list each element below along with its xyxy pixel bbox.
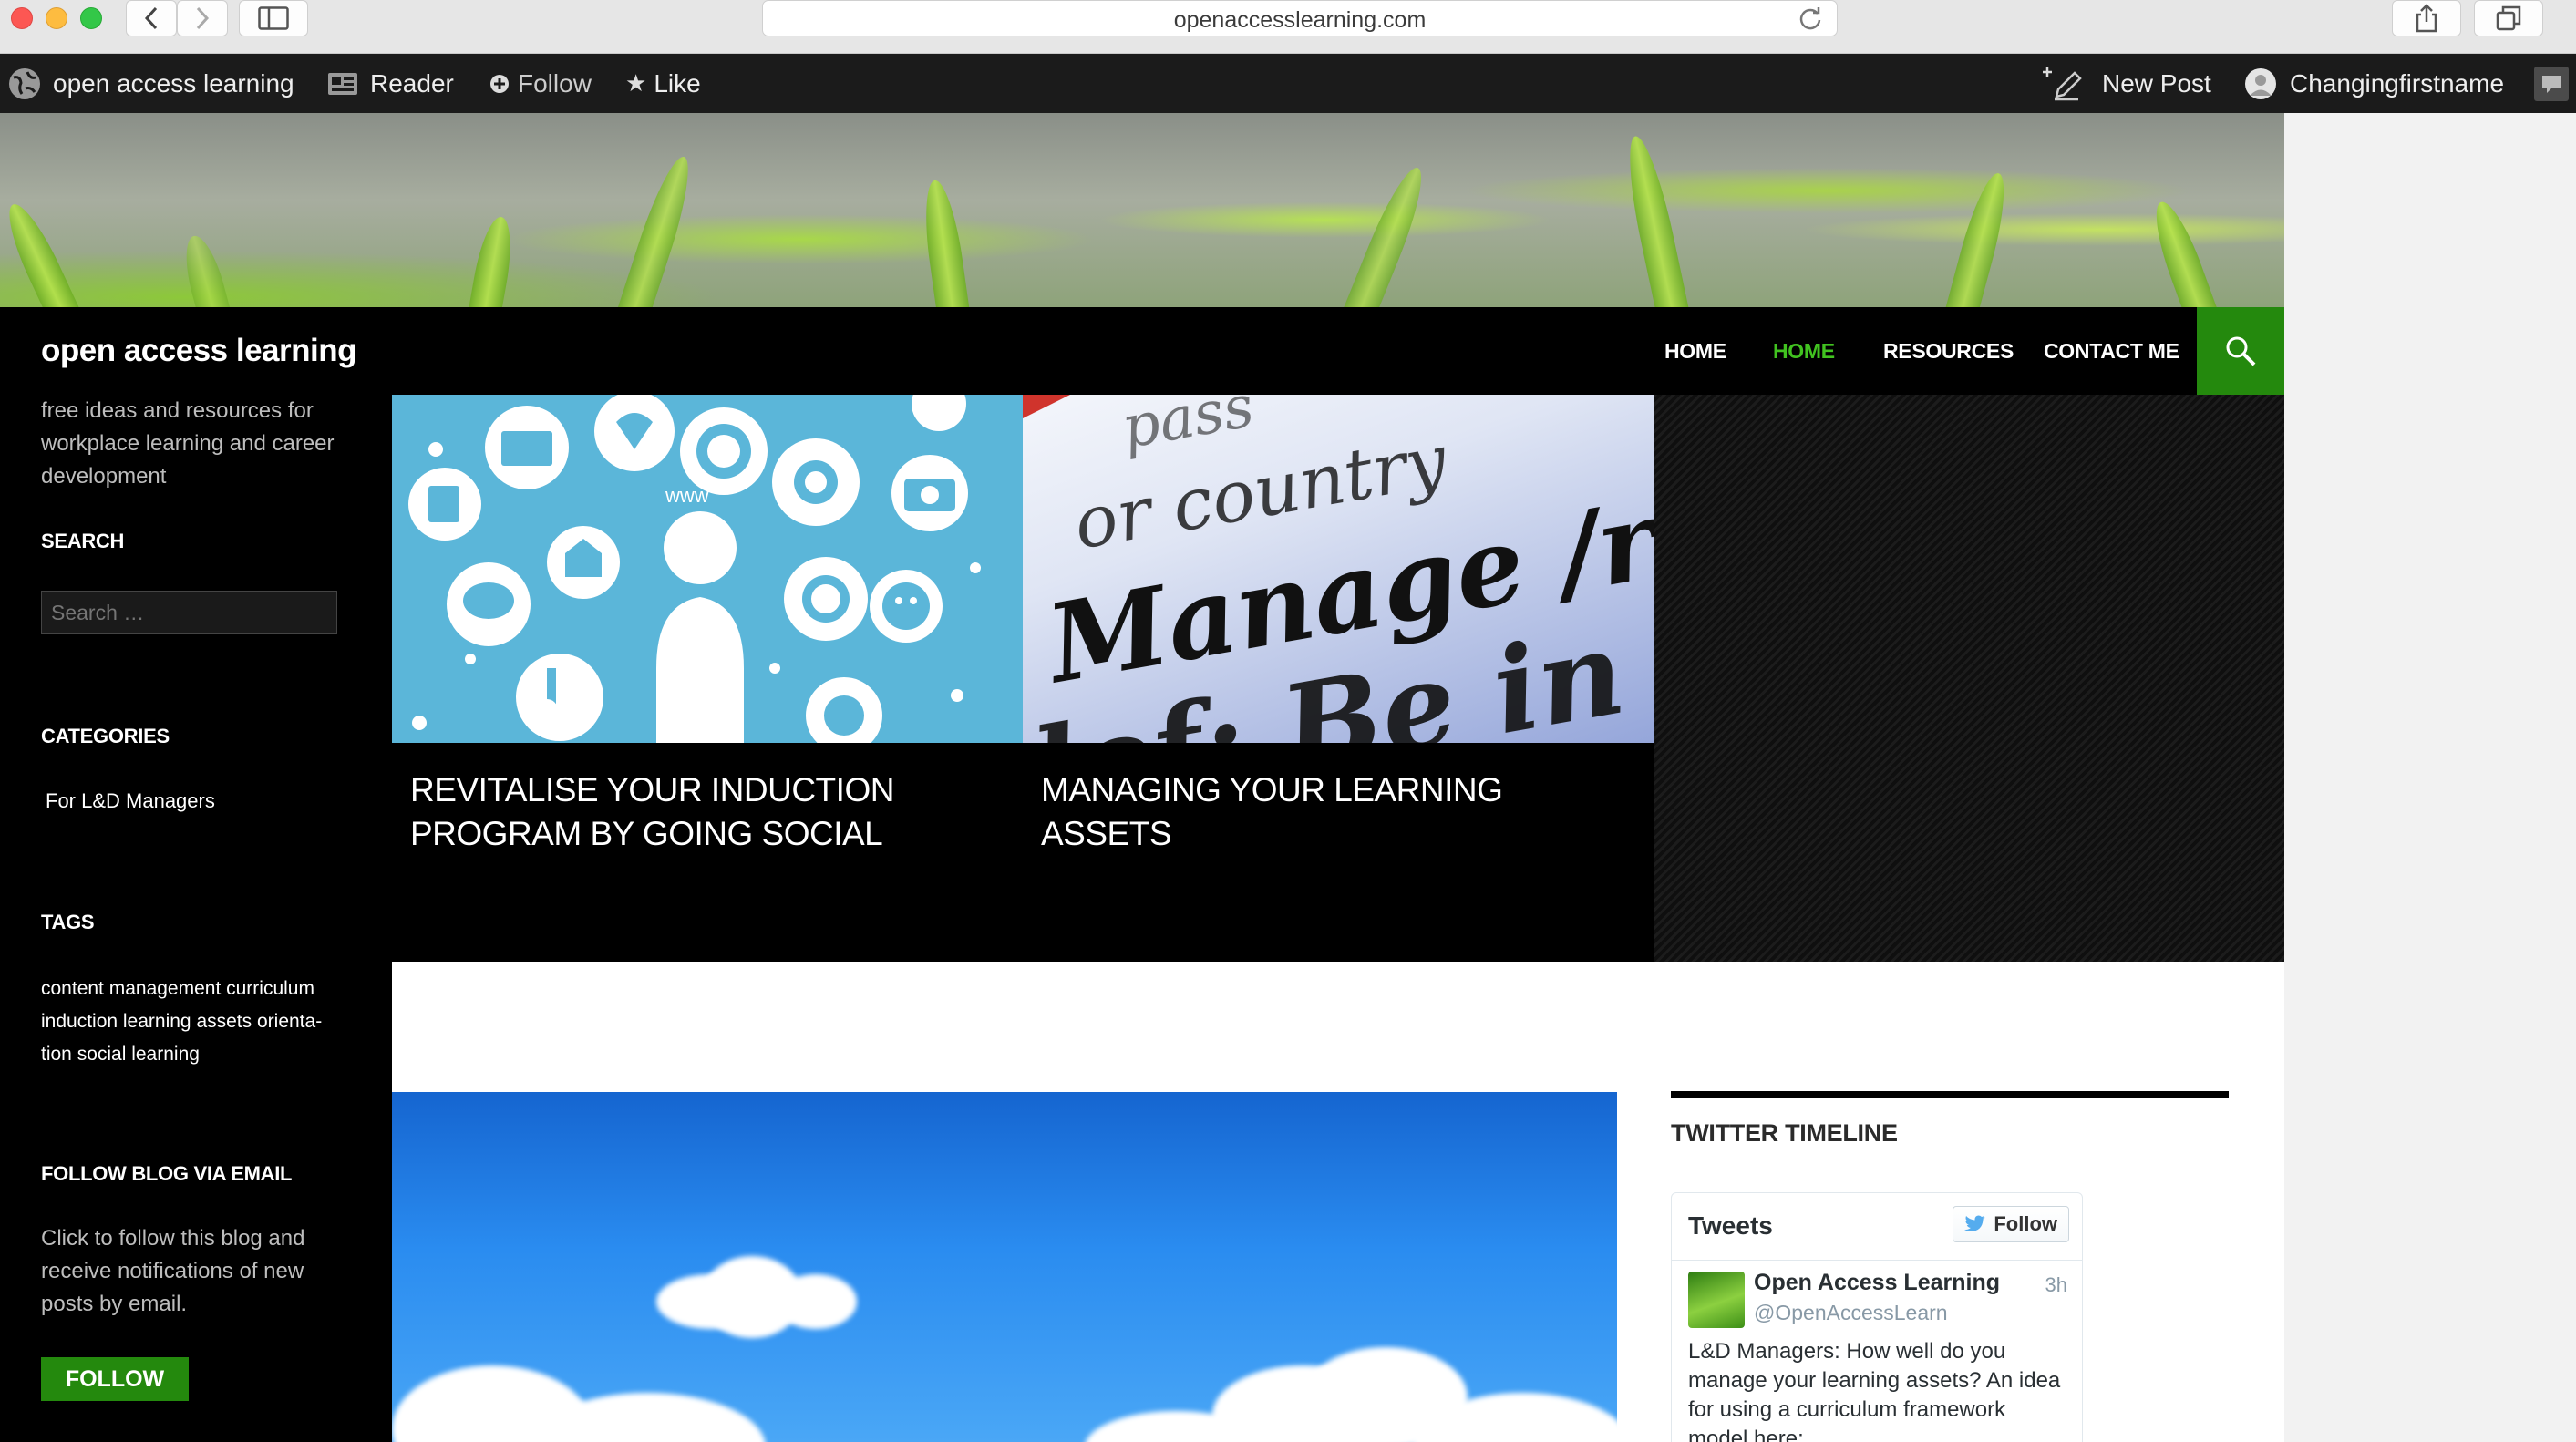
back-button[interactable] bbox=[126, 0, 177, 36]
close-window-button[interactable] bbox=[11, 7, 33, 29]
site-header: open access learning HOME HOME RESOURCES… bbox=[0, 307, 2284, 395]
twitter-account-name[interactable]: Open Access Learning bbox=[1754, 1270, 2000, 1296]
header-banner-image bbox=[0, 113, 2284, 307]
tweet-text: L&D Managers: How well do you manage you… bbox=[1688, 1339, 2061, 1442]
twitter-follow-label: Follow bbox=[1994, 1212, 2057, 1235]
wordpress-globe-icon bbox=[9, 67, 40, 99]
nav-contact-me[interactable]: CONTACT ME bbox=[2044, 339, 2179, 364]
minimize-window-button[interactable] bbox=[46, 7, 67, 29]
forward-button[interactable] bbox=[177, 0, 228, 36]
categories-heading: CATEGORIES bbox=[41, 725, 170, 747]
share-icon bbox=[2416, 4, 2437, 33]
like-label: Like bbox=[654, 68, 701, 98]
follow-blog-description: Click to follow this blog and receive no… bbox=[41, 1226, 305, 1316]
tag-cloud-line-1[interactable]: content management curriculum bbox=[41, 973, 314, 1005]
featured-post-card[interactable]: pass or country Manage /r lef: Be in MAN… bbox=[1023, 395, 1654, 962]
site-title[interactable]: open access learning bbox=[41, 333, 356, 369]
browser-toolbar: openaccesslearning.com bbox=[0, 0, 2576, 54]
twitter-timeline-heading: TWITTER TIMELINE bbox=[1671, 1119, 1898, 1147]
tag-cloud-line-3[interactable]: tion social learning bbox=[41, 1038, 200, 1071]
user-avatar-icon bbox=[2245, 67, 2276, 99]
post-featured-image-sky[interactable] bbox=[392, 1092, 1617, 1442]
follow-label: Follow bbox=[518, 68, 592, 98]
new-post-label: New Post bbox=[2102, 68, 2211, 98]
plus-circle-icon bbox=[490, 74, 509, 93]
share-button[interactable] bbox=[2392, 0, 2461, 36]
zoom-window-button[interactable] bbox=[80, 7, 102, 29]
new-post-link[interactable]: New Post bbox=[2042, 54, 2211, 113]
follow-site-link[interactable]: Follow bbox=[489, 54, 592, 113]
follow-blog-heading: FOLLOW BLOG VIA EMAIL bbox=[41, 1162, 293, 1185]
url-text: openaccesslearning.com bbox=[1173, 7, 1427, 33]
notification-bubble-icon bbox=[2534, 66, 2569, 101]
like-link[interactable]: ★ Like bbox=[625, 54, 701, 113]
tags-heading: TAGS bbox=[41, 911, 95, 933]
tweet-timestamp[interactable]: 3h bbox=[2045, 1273, 2067, 1297]
site-tagline: free ideas and resources for workplace l… bbox=[41, 398, 335, 489]
twitter-timeline-widget: Tweets Follow Open Access Learning @Open… bbox=[1671, 1192, 2083, 1442]
reader-label: Reader bbox=[370, 68, 454, 98]
search-widget-heading: SEARCH bbox=[41, 530, 125, 552]
tabs-overview-button[interactable] bbox=[2474, 0, 2543, 36]
sidebar-search-input[interactable] bbox=[41, 591, 337, 634]
notifications-button[interactable] bbox=[2534, 54, 2569, 113]
new-post-pencil-icon bbox=[2043, 67, 2082, 100]
reload-icon[interactable] bbox=[1797, 5, 1824, 32]
featured-post-card[interactable]: www REVITALISE YOUR INDUCTION PROGRAM BY… bbox=[392, 395, 1023, 962]
search-icon bbox=[2226, 336, 2256, 366]
tabs-icon bbox=[2496, 5, 2521, 31]
reader-icon bbox=[328, 72, 357, 95]
user-name: Changingfirstname bbox=[2290, 68, 2505, 98]
featured-content-grid: www REVITALISE YOUR INDUCTION PROGRAM BY… bbox=[392, 395, 2284, 962]
follow-blog-button[interactable]: FOLLOW bbox=[41, 1357, 189, 1401]
admin-bar-site-name: open access learning bbox=[53, 68, 294, 98]
featured-image-dictionary[interactable]: pass or country Manage /r lef: Be in bbox=[1023, 395, 1654, 743]
star-icon: ★ bbox=[625, 69, 647, 97]
reader-link[interactable]: Reader bbox=[326, 54, 454, 113]
tag-cloud-line-2[interactable]: induction learning assets orienta- bbox=[41, 1005, 322, 1038]
featured-image-social[interactable]: www bbox=[392, 395, 1023, 743]
header-search-button[interactable] bbox=[2197, 307, 2284, 395]
twitter-bird-icon bbox=[1964, 1215, 1986, 1231]
twitter-follow-button[interactable]: Follow bbox=[1953, 1206, 2069, 1242]
category-link-ld-managers[interactable]: For L&D Managers bbox=[46, 785, 215, 818]
svg-text:www: www bbox=[665, 484, 709, 507]
wp-admin-bar: open access learning Reader Follow ★ Lik… bbox=[0, 54, 2576, 113]
twitter-account-handle[interactable]: @OpenAccessLearn bbox=[1754, 1301, 1948, 1325]
social-media-illustration: www bbox=[408, 395, 981, 743]
featured-placeholder-tile bbox=[1654, 395, 2284, 962]
page-background-gutter bbox=[2284, 113, 2576, 1442]
address-bar[interactable]: openaccesslearning.com bbox=[762, 0, 1838, 36]
twitter-widget-header: Tweets Follow bbox=[1672, 1193, 2082, 1261]
featured-post-title[interactable]: REVITALISE YOUR INDUCTION PROGRAM BY GOI… bbox=[410, 768, 994, 856]
left-sidebar: free ideas and resources for workplace l… bbox=[0, 395, 392, 1442]
chevron-left-icon bbox=[144, 6, 158, 30]
svg-text:pass: pass bbox=[1117, 395, 1258, 462]
user-account-menu[interactable]: Changingfirstname bbox=[2244, 54, 2504, 113]
dictionary-text-illustration: pass or country Manage /r lef: Be in bbox=[1023, 395, 1654, 743]
sidebar-toggle-button[interactable] bbox=[239, 0, 308, 36]
sidebar-icon bbox=[258, 6, 289, 30]
twitter-account-avatar[interactable] bbox=[1688, 1272, 1745, 1328]
my-sites-menu[interactable]: open access learning bbox=[7, 54, 294, 113]
featured-post-title[interactable]: MANAGING YOUR LEARNING ASSETS bbox=[1041, 768, 1624, 856]
nav-home-current[interactable]: HOME bbox=[1773, 339, 1835, 364]
tweets-label: Tweets bbox=[1688, 1211, 1773, 1240]
nav-home[interactable]: HOME bbox=[1664, 339, 1726, 364]
widget-divider bbox=[1671, 1091, 2229, 1098]
nav-resources[interactable]: RESOURCES bbox=[1883, 339, 2014, 364]
chevron-right-icon bbox=[196, 6, 210, 30]
